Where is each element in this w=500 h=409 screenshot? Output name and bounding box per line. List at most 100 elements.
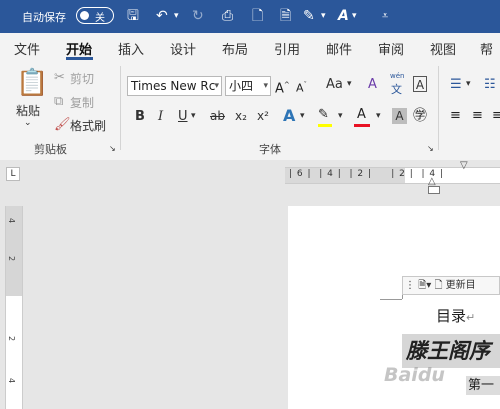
underline-dropdown-icon[interactable]: ▾ xyxy=(191,111,196,121)
tab-design[interactable]: 设计 xyxy=(170,39,196,58)
vruler-number: 2 xyxy=(7,255,17,262)
text-effects-icon[interactable]: A xyxy=(338,8,349,24)
shrink-font-icon[interactable]: Aˇ xyxy=(296,77,307,97)
ribbon-separator xyxy=(120,66,121,150)
toggle-state: 关 xyxy=(95,13,105,24)
highlight-icon[interactable]: ✎ xyxy=(303,8,315,24)
align-left-icon[interactable]: ≡ xyxy=(450,108,461,124)
italic-button[interactable]: I xyxy=(158,109,163,124)
bold-button[interactable]: B xyxy=(135,109,145,124)
undo-icon[interactable]: ↶ xyxy=(156,8,168,24)
update-page-icon[interactable]: 🗋 xyxy=(434,280,442,291)
character-border-icon[interactable]: A xyxy=(413,76,427,92)
numbering-icon[interactable]: ☷ xyxy=(484,77,496,93)
undo-dropdown-icon[interactable]: ▾ xyxy=(174,8,179,24)
strikethrough-button[interactable]: ab xyxy=(210,109,225,123)
font-color-swatch xyxy=(354,124,370,127)
font-group-label: 字体 xyxy=(259,143,281,156)
vruler-number: 2 xyxy=(7,335,17,342)
tab-home[interactable]: 开始 xyxy=(66,39,92,58)
tab-selector[interactable]: L xyxy=(6,167,20,181)
phonetic-guide-icon[interactable]: 文 xyxy=(391,81,402,97)
font-color-icon[interactable]: A xyxy=(357,107,366,123)
font-size-value: 小四 xyxy=(229,79,254,93)
chapter-heading[interactable]: 第一 xyxy=(466,376,500,395)
left-indent-marker[interactable] xyxy=(428,186,440,194)
highlight-dropdown-icon[interactable]: ▾ xyxy=(338,111,343,121)
copy-icon: ⧉ xyxy=(54,94,64,109)
font-name-value: Times New Rc xyxy=(131,79,216,93)
document-heading[interactable]: 滕王阁序 xyxy=(402,334,500,368)
font-color-dropdown-icon[interactable]: ▾ xyxy=(376,111,381,121)
phonetic-guide-pinyin: wén xyxy=(390,72,405,80)
highlight-color-icon[interactable]: ✎ xyxy=(318,107,329,123)
paragraph-mark-icon: ↵ xyxy=(466,311,476,324)
cut-icon: ✂ xyxy=(54,70,65,85)
format-painter-icon[interactable]: 🖌 xyxy=(54,117,71,133)
character-shading-icon[interactable]: A xyxy=(392,108,407,124)
align-center-icon[interactable]: ≡ xyxy=(472,108,483,124)
autosave-toggle[interactable]: 关 xyxy=(76,7,114,24)
paste-icon[interactable]: 📋 xyxy=(16,69,48,97)
print-preview-icon[interactable]: ⎙ xyxy=(222,8,233,24)
tab-insert[interactable]: 插入 xyxy=(118,39,144,58)
bullets-dropdown-icon[interactable]: ▾ xyxy=(466,79,471,89)
font-launcher-icon[interactable]: ↘ xyxy=(427,144,434,153)
highlight-color-swatch xyxy=(318,124,332,127)
drag-handle-icon[interactable]: ⋮ xyxy=(405,280,415,291)
new-document-icon[interactable]: 🗋 xyxy=(252,8,263,24)
font-name-combo[interactable]: Times New Rc ▾ xyxy=(127,76,222,96)
subscript-button[interactable]: x₂ xyxy=(235,109,247,123)
grow-font-icon[interactable]: A^ xyxy=(275,77,290,97)
ribbon-tabs: 文件 开始 插入 设计 布局 引用 邮件 审阅 视图 帮助 xyxy=(0,33,500,77)
ribbon: 📋 粘贴 ⌄ ✂ 剪切 ⧉ 复制 🖌 格式刷 剪贴板 ↘ Times New R… xyxy=(0,60,500,161)
vruler-number: 4 xyxy=(7,377,17,384)
highlight-dropdown-icon[interactable]: ▾ xyxy=(321,8,326,24)
vruler-number: 4 xyxy=(7,217,17,224)
font-size-combo[interactable]: 小四 ▾ xyxy=(225,76,271,96)
change-case-label[interactable]: Aa xyxy=(326,77,343,92)
chevron-down-icon: ▾ xyxy=(214,81,219,91)
title-bar: 自动保存 关 🖫 ↶ ▾ ↻ ⎙ 🗋 🗎 ✎ ▾ A ▾ ⩡ xyxy=(0,0,500,33)
tab-layout[interactable]: 布局 xyxy=(222,39,248,58)
copy-label: 复制 xyxy=(70,96,95,110)
paste-label[interactable]: 粘贴 xyxy=(16,102,40,119)
superscript-button[interactable]: x² xyxy=(257,109,269,123)
cut-label: 剪切 xyxy=(70,72,95,86)
save-icon[interactable]: 🖫 xyxy=(127,8,139,24)
change-case-dropdown-icon[interactable]: ▾ xyxy=(347,79,352,89)
enclose-characters-icon[interactable]: ㊫ xyxy=(413,108,427,124)
tab-references[interactable]: 引用 xyxy=(274,39,300,58)
vertical-ruler[interactable]: 4 2 2 4 xyxy=(5,206,23,409)
ruler-numbers: | 6 | | 4 | | 2 | | 2 | | 4 | xyxy=(289,169,445,179)
format-painter-label[interactable]: 格式刷 xyxy=(70,117,106,134)
tab-file[interactable]: 文件 xyxy=(14,39,40,58)
bullets-icon[interactable]: ☰ xyxy=(450,77,462,93)
update-toc-button[interactable]: 更新目 xyxy=(446,280,476,291)
clipboard-launcher-icon[interactable]: ↘ xyxy=(109,144,116,153)
align-right-icon[interactable]: ≡ xyxy=(492,108,500,124)
tab-view[interactable]: 视图 xyxy=(430,39,456,58)
open-icon[interactable]: 🗎 xyxy=(280,8,291,24)
text-effects-icon[interactable]: A xyxy=(283,108,295,124)
toggle-knob xyxy=(80,11,89,20)
customize-toolbar-icon[interactable]: ⩡ xyxy=(382,8,388,24)
crop-mark xyxy=(380,299,402,300)
autosave-label: 自动保存 xyxy=(22,11,66,24)
toc-icon[interactable]: 🗎▾ xyxy=(418,280,431,291)
tab-mailings[interactable]: 邮件 xyxy=(326,39,352,58)
toc-title[interactable]: 目录↵ xyxy=(436,305,475,326)
text-effects-dropdown-icon[interactable]: ▾ xyxy=(352,8,357,24)
tab-review[interactable]: 审阅 xyxy=(378,39,404,58)
paste-dropdown-icon[interactable]: ⌄ xyxy=(24,118,32,128)
chevron-down-icon: ▾ xyxy=(263,81,268,91)
underline-button[interactable]: U xyxy=(178,109,188,124)
first-line-indent-marker[interactable]: ▽ xyxy=(460,160,468,171)
watermark: Baidu xyxy=(384,364,445,386)
clear-formatting-icon[interactable]: A xyxy=(368,77,377,93)
text-effects-dropdown-icon[interactable]: ▾ xyxy=(300,111,305,121)
redo-icon: ↻ xyxy=(192,8,204,24)
ribbon-separator xyxy=(438,66,439,150)
toc-control-toolbar[interactable]: ⋮ 🗎▾ 🗋 更新目 xyxy=(402,276,500,295)
clipboard-group-label: 剪贴板 xyxy=(34,143,67,156)
